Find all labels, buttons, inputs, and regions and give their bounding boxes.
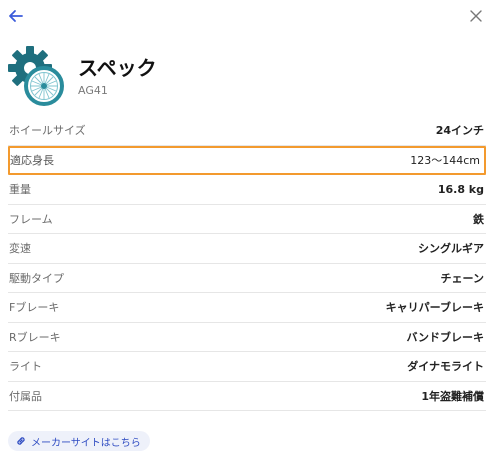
- spec-value: キャリパーブレーキ: [385, 301, 484, 315]
- maker-site-link[interactable]: メーカーサイトはこちら: [8, 431, 150, 451]
- spec-row-accessories: 付属品 1年盗難補償: [8, 382, 486, 411]
- top-bar: [0, 0, 500, 32]
- spec-label: 駆動タイプ: [9, 271, 64, 285]
- back-arrow-icon: [9, 10, 23, 22]
- spec-label: ホイールサイズ: [9, 124, 86, 138]
- spec-table: ホイールサイズ 24インチ 適応身長 123〜144cm 重量 16.8 kg …: [8, 116, 486, 411]
- close-button[interactable]: [466, 6, 486, 26]
- spec-row-rear-brake: Rブレーキ バンドブレーキ: [8, 323, 486, 352]
- back-button[interactable]: [6, 6, 26, 26]
- spec-label: 適応身長: [10, 154, 54, 168]
- page-title: スペック: [78, 56, 157, 80]
- spec-label: 変速: [9, 242, 31, 256]
- spec-value: 1年盗難補償: [421, 389, 484, 403]
- spec-label: ライト: [9, 360, 42, 374]
- spec-row-height-range: 適応身長 123〜144cm: [8, 145, 486, 175]
- spec-label: 重量: [9, 183, 31, 197]
- spec-row-weight: 重量 16.8 kg: [8, 175, 486, 205]
- spec-row-frame: フレーム 鉄: [8, 205, 486, 234]
- spec-value: チェーン: [440, 271, 484, 285]
- spec-value: 24インチ: [435, 124, 484, 138]
- close-icon: [470, 10, 482, 22]
- spec-value: ダイナモライト: [407, 360, 484, 374]
- link-icon: [17, 437, 25, 445]
- spec-row-light: ライト ダイナモライト: [8, 352, 486, 382]
- spec-value: バンドブレーキ: [406, 330, 484, 344]
- spec-row-wheel-size: ホイールサイズ 24インチ: [8, 116, 486, 146]
- gear-wheel-logo-icon: [8, 46, 64, 106]
- spec-value: シングルギア: [418, 242, 484, 256]
- spec-label: Fブレーキ: [9, 301, 60, 315]
- spec-value: 16.8 kg: [437, 182, 484, 196]
- spec-row-drive-type: 駆動タイプ チェーン: [8, 264, 486, 293]
- spec-header: スペック AG41: [6, 44, 486, 108]
- model-code: AG41: [78, 84, 108, 97]
- spec-label: Rブレーキ: [9, 330, 61, 344]
- spec-row-gear: 変速 シングルギア: [8, 234, 486, 264]
- spec-label: 付属品: [9, 389, 42, 403]
- maker-site-link-label: メーカーサイトはこちら: [31, 437, 141, 449]
- spec-value: 123〜144cm: [410, 154, 480, 168]
- spec-value: 鉄: [473, 212, 484, 226]
- spec-label: フレーム: [9, 212, 53, 226]
- spec-row-front-brake: Fブレーキ キャリパーブレーキ: [8, 293, 486, 323]
